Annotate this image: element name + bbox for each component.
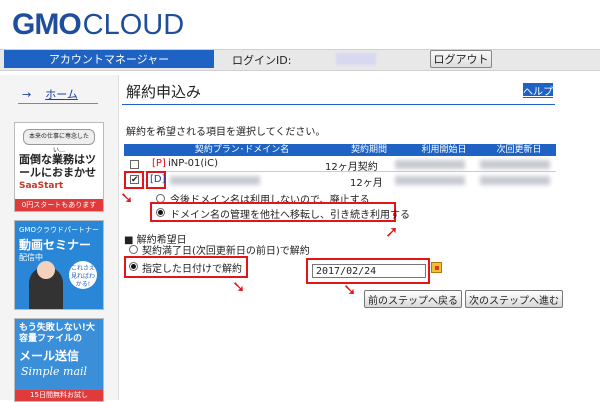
row-renewal-date-redacted bbox=[480, 176, 550, 185]
video-seminar-ad-banner[interactable]: GMOクラウドパートナー 動画セミナー 配信中 これさえ見ればわかる! bbox=[14, 220, 104, 310]
login-id-value-redacted bbox=[336, 53, 376, 65]
row-tag-domain: [D] bbox=[150, 174, 166, 185]
radio-transfer-domain[interactable] bbox=[156, 208, 165, 217]
option-transfer-domain-label: ドメイン名の管理を他社へ移転し、引き続き利用する bbox=[170, 210, 410, 221]
ad-tagline: GMOクラウドパートナー bbox=[19, 226, 99, 234]
ad-bubble: これさえ見ればわかる! bbox=[69, 261, 97, 289]
annotation-arrow-icon: ➘ bbox=[343, 280, 357, 299]
row-start-date-redacted bbox=[395, 160, 465, 169]
annotation-arrow-icon: ➚ bbox=[385, 222, 399, 241]
sidebar-divider bbox=[18, 103, 98, 104]
title-underline bbox=[122, 104, 555, 105]
ad-footer: 15日間無料お試し bbox=[15, 390, 103, 401]
ad-headline: 動画セミナー bbox=[19, 238, 92, 252]
calendar-icon[interactable] bbox=[431, 262, 442, 273]
radio-contract-end[interactable] bbox=[129, 245, 138, 254]
ad-subtext: 配信中 bbox=[19, 253, 43, 262]
arrow-right-icon: → bbox=[22, 88, 32, 101]
row-checkbox-plan[interactable] bbox=[130, 160, 139, 169]
home-link-label: ホーム bbox=[45, 88, 78, 101]
saastart-logo: SaaStart bbox=[19, 181, 64, 191]
radio-specified-date[interactable] bbox=[129, 262, 138, 271]
row-start-date-redacted bbox=[395, 176, 465, 185]
help-button[interactable]: ヘルプ bbox=[523, 83, 553, 98]
saastart-ad-banner[interactable]: 本来の仕事に専念したい… 面倒な業務はツールにおまかせ SaaStart 0円ス… bbox=[14, 122, 104, 212]
presenter-face bbox=[37, 261, 55, 279]
annotation-arrow-icon: ➘ bbox=[120, 188, 134, 207]
option-contract-end-label: 契約満了日(次回更新日の前日)で解約 bbox=[142, 246, 310, 257]
row-period-domain: 12ヶ月 bbox=[350, 178, 383, 189]
column-header-renewal-date: 次回更新日 bbox=[496, 145, 542, 155]
logout-button[interactable]: ログアウト bbox=[430, 50, 492, 68]
annotation-arrow-icon: ➘ bbox=[232, 277, 246, 296]
simple-mail-logo: Simple mail bbox=[21, 365, 88, 378]
logo-gmo-text: GMO bbox=[12, 8, 82, 41]
column-header-plan: 契約プラン･ドメイン名 bbox=[194, 145, 290, 155]
home-link[interactable]: → ホーム bbox=[22, 86, 78, 102]
page-title: 解約申込み bbox=[126, 83, 202, 101]
ad-headline: メール送信 bbox=[19, 349, 80, 363]
column-header-start-date: 利用開始日 bbox=[421, 145, 467, 155]
gmo-cloud-logo[interactable]: GMO CLOUD bbox=[12, 8, 184, 42]
contracts-table-header: 契約プラン･ドメイン名 契約期間 利用開始日 次回更新日 bbox=[124, 144, 556, 156]
cancel-date-input[interactable]: 2017/02/24 bbox=[312, 264, 426, 278]
ad-speech-bubble: 本来の仕事に専念したい… bbox=[23, 129, 95, 154]
option-specified-date-label: 指定した日付けで解約 bbox=[142, 264, 242, 275]
ad-footer: 0円スタートもあります bbox=[15, 199, 103, 211]
prev-step-button[interactable]: 前のステップへ戻る bbox=[364, 290, 462, 308]
login-id-label: ログインID: bbox=[232, 54, 292, 67]
row-renewal-date-redacted bbox=[480, 160, 550, 169]
next-step-button[interactable]: 次のステップへ進む bbox=[465, 290, 563, 308]
row-name-domain-redacted bbox=[170, 176, 260, 185]
instruction-text: 解約を希望される項目を選択してください。 bbox=[126, 127, 326, 138]
column-header-period: 契約期間 bbox=[350, 145, 387, 155]
row-checkbox-domain[interactable]: ✔ bbox=[130, 175, 139, 185]
simple-mail-ad-banner[interactable]: もう失敗しない!大容量ファイルの メール送信 Simple mail 15日間無… bbox=[14, 318, 104, 402]
account-manager-button[interactable]: アカウントマネージャー bbox=[4, 50, 214, 68]
ad-tagline: もう失敗しない!大容量ファイルの bbox=[19, 323, 95, 344]
row-name-plan: iNP-01(iC) bbox=[168, 158, 218, 169]
logo-cloud-text: CLOUD bbox=[82, 9, 185, 41]
ad-headline: 面倒な業務はツールにおまかせ bbox=[19, 153, 96, 179]
row-tag-plan: [P] bbox=[152, 158, 166, 169]
row-separator bbox=[124, 171, 556, 172]
